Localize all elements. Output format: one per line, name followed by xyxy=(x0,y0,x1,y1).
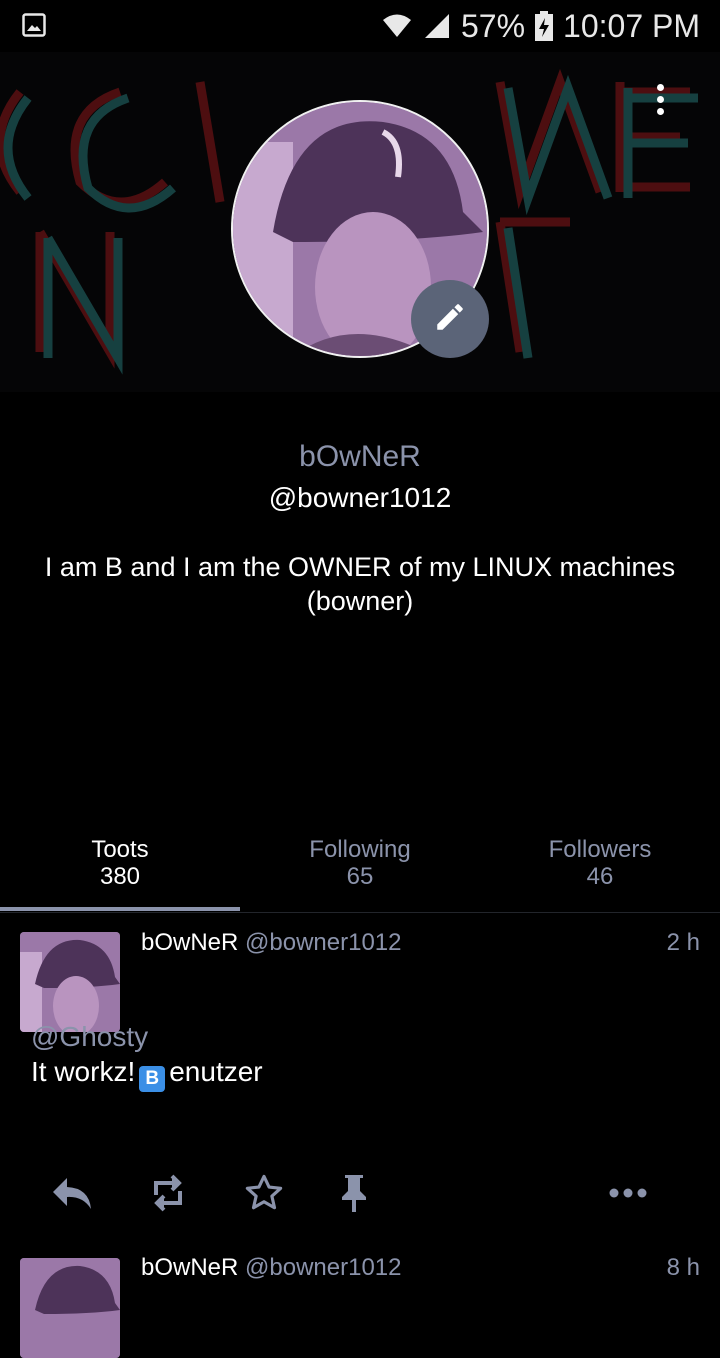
status-bar: 57% 10:07 PM xyxy=(0,0,720,52)
pin-icon[interactable] xyxy=(332,1171,376,1215)
pencil-icon xyxy=(433,300,467,339)
status-header: bOwNeR @bowner1012 xyxy=(141,929,402,957)
status-avatar[interactable] xyxy=(20,932,120,1032)
profile-avatar-container xyxy=(231,100,489,358)
more-actions-icon[interactable] xyxy=(606,1171,650,1215)
status-time: 8 h xyxy=(666,1254,700,1281)
tab-count: 380 xyxy=(99,863,141,890)
battery-charging-icon xyxy=(535,11,554,41)
profile-bio: I am B and I am the OWNER of my LINUX ma… xyxy=(44,552,676,616)
tab-label: Followers xyxy=(548,836,652,863)
active-tab-indicator xyxy=(0,907,240,911)
wifi-icon xyxy=(381,13,413,39)
tab-count: 65 xyxy=(346,863,374,890)
status-text-line: It workz! Benutzer xyxy=(31,1054,263,1092)
favourite-star-icon[interactable] xyxy=(242,1171,286,1215)
tab-following[interactable]: Following 65 xyxy=(240,836,480,912)
status-header: bOwNeR @bowner1012 xyxy=(141,1254,402,1282)
reply-icon[interactable] xyxy=(50,1171,94,1215)
b-emoji-icon: B xyxy=(139,1066,166,1092)
tab-count: 46 xyxy=(586,863,614,890)
edit-avatar-button[interactable] xyxy=(411,280,489,358)
status-text: enutzer xyxy=(169,1056,263,1087)
profile-tabs: Toots 380 Following 65 Followers 46 xyxy=(0,836,720,912)
mention-link[interactable]: @Ghosty xyxy=(31,1019,263,1054)
tab-toots[interactable]: Toots 380 xyxy=(0,836,240,912)
status-actions xyxy=(0,1171,720,1221)
boost-icon[interactable] xyxy=(146,1171,190,1215)
profile-display-name: bOwNeR xyxy=(299,440,421,473)
tab-label: Following xyxy=(309,836,411,863)
clock: 10:07 PM xyxy=(563,7,700,44)
status-content: @Ghosty It workz! Benutzer xyxy=(31,1019,263,1092)
battery-percent: 57% xyxy=(460,7,526,44)
image-notification-icon xyxy=(22,13,46,37)
status-text: It workz! xyxy=(31,1056,136,1087)
tab-followers[interactable]: Followers 46 xyxy=(480,836,720,912)
more-options-icon[interactable] xyxy=(644,84,676,116)
status-avatar[interactable] xyxy=(20,1258,120,1358)
status-item[interactable]: bOwNeR @bowner1012 2 h @Ghosty It workz!… xyxy=(0,913,720,1243)
status-acct[interactable]: @bowner1012 xyxy=(245,929,401,956)
tab-label: Toots xyxy=(91,836,149,863)
profile-handle: @bowner1012 xyxy=(268,482,452,513)
signal-icon xyxy=(423,12,451,40)
status-time: 2 h xyxy=(666,929,700,956)
status-acct[interactable]: @bowner1012 xyxy=(245,1254,401,1281)
status-item[interactable]: bOwNeR @bowner1012 8 h xyxy=(0,1240,720,1358)
status-display-name[interactable]: bOwNeR xyxy=(141,1254,238,1281)
status-display-name[interactable]: bOwNeR xyxy=(141,929,238,956)
